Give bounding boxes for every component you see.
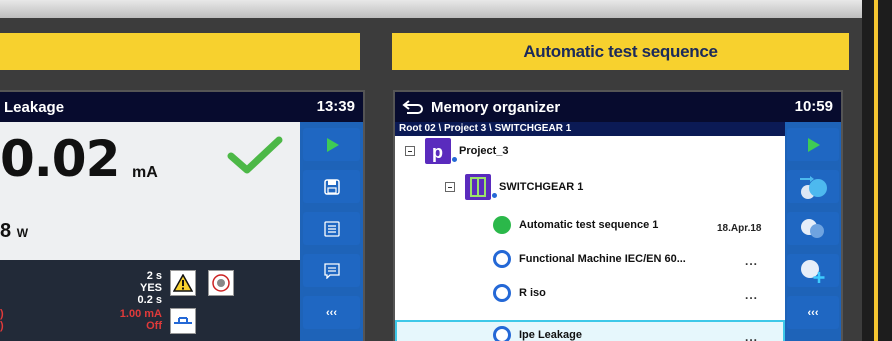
memory-tree: p Project_3 SWITCHGEAR 1 Automatic test … bbox=[395, 136, 785, 341]
run-sequence-button[interactable] bbox=[787, 128, 839, 161]
collapse-button[interactable]: ‹‹‹ bbox=[303, 296, 360, 329]
param-delay: 0.2 s bbox=[137, 294, 162, 306]
edge-accent-line bbox=[874, 0, 878, 341]
empty-status-icon bbox=[493, 326, 511, 341]
tree-item-r-iso[interactable]: R iso bbox=[493, 284, 546, 302]
selected-row-highlight bbox=[395, 320, 785, 341]
collapse-node-icon[interactable] bbox=[445, 182, 455, 192]
right-title: Memory organizer bbox=[431, 98, 561, 116]
right-device-screen: Memory organizer 10:59 Root 02 \ Project… bbox=[393, 90, 843, 341]
left-clock: 13:39 bbox=[316, 98, 355, 115]
limit-current: 1.00 mA bbox=[119, 308, 162, 320]
limit-mark: ) bbox=[0, 308, 4, 320]
parameter-values: 2 s YES 0.2 s bbox=[112, 270, 162, 306]
item-label: Automatic test sequence 1 bbox=[519, 219, 659, 231]
comment-button[interactable] bbox=[303, 254, 360, 287]
main-result-unit: mA bbox=[132, 164, 158, 181]
main-result-value: 0.02 bbox=[0, 130, 120, 188]
limit-mark: ) bbox=[0, 320, 4, 332]
section-header-right: Automatic test sequence bbox=[392, 33, 849, 70]
param-enabled: YES bbox=[139, 282, 162, 294]
right-side-toolbar: ‹‹‹ bbox=[785, 122, 841, 341]
save-icon bbox=[323, 178, 340, 195]
back-arrow-icon[interactable] bbox=[401, 98, 425, 116]
parameters-panel: ) ) 2 s YES 0.2 s 1.00 mA Off bbox=[0, 260, 300, 341]
left-device-screen: Leakage 13:39 0.02 mA 8 W ) ) 2 s YES 0.… bbox=[0, 90, 365, 341]
clone-nodes-icon bbox=[801, 218, 824, 238]
right-titlebar: Memory organizer 10:59 bbox=[395, 92, 841, 122]
list-icon bbox=[323, 220, 340, 237]
comment-icon bbox=[323, 262, 340, 279]
measurement-panel: 0.02 mA 8 W ) ) 2 s YES 0.2 s 1.00 mA Of… bbox=[0, 122, 300, 341]
move-nodes-button[interactable] bbox=[787, 170, 839, 203]
add-node-button[interactable] bbox=[787, 254, 839, 287]
item-more[interactable]: ... bbox=[745, 254, 758, 268]
collapse-button[interactable]: ‹‹‹ bbox=[787, 296, 839, 329]
tree-item-sequence-1[interactable]: Automatic test sequence 1 bbox=[493, 216, 658, 234]
param-duration: 2 s bbox=[146, 270, 162, 282]
tree-item-ipe-leakage[interactable]: Ipe Leakage bbox=[493, 326, 582, 341]
sub-result-unit: W bbox=[16, 226, 29, 240]
warning-icon bbox=[170, 270, 196, 296]
sub-result-value: 8 bbox=[0, 220, 12, 242]
limit-left-marks: ) ) bbox=[0, 308, 4, 332]
sub-result: 8 W bbox=[0, 220, 28, 243]
tree-node-switchgear[interactable]: SWITCHGEAR 1 bbox=[445, 174, 583, 200]
project-label: Project_3 bbox=[459, 145, 509, 157]
section-header-left bbox=[0, 33, 360, 70]
limit-values: 1.00 mA Off bbox=[112, 308, 162, 332]
collapse-icon: ‹‹‹ bbox=[326, 306, 337, 319]
item-label: Ipe Leakage bbox=[519, 329, 582, 341]
add-node-icon bbox=[801, 259, 825, 283]
item-more[interactable]: ... bbox=[745, 330, 758, 341]
limit-state: Off bbox=[146, 320, 162, 332]
switchgear-icon bbox=[465, 174, 497, 200]
right-clock: 10:59 bbox=[794, 98, 833, 115]
left-title: Leakage bbox=[4, 98, 65, 116]
switch-icon bbox=[170, 308, 196, 334]
run-button[interactable] bbox=[303, 128, 360, 161]
play-icon bbox=[808, 137, 820, 152]
probe-icon bbox=[208, 270, 234, 296]
project-icon: p bbox=[425, 138, 457, 164]
top-gradient-band bbox=[0, 0, 892, 18]
switchgear-label: SWITCHGEAR 1 bbox=[499, 181, 584, 193]
item-more[interactable]: ... bbox=[745, 288, 758, 302]
play-icon bbox=[326, 137, 339, 152]
empty-status-icon bbox=[493, 284, 511, 302]
tree-node-project[interactable]: p Project_3 bbox=[405, 138, 509, 164]
clone-nodes-button[interactable] bbox=[787, 212, 839, 245]
pass-check-icon bbox=[227, 136, 283, 174]
collapse-icon: ‹‹‹ bbox=[807, 306, 819, 319]
collapse-node-icon[interactable] bbox=[405, 146, 415, 156]
passed-status-icon bbox=[493, 216, 511, 234]
left-titlebar: Leakage 13:39 bbox=[0, 92, 363, 122]
list-button[interactable] bbox=[303, 212, 360, 245]
breadcrumb: Root 02 \ Project 3 \ SWITCHGEAR 1 bbox=[395, 122, 785, 136]
empty-status-icon bbox=[493, 250, 511, 268]
item-label: Functional Machine IEC/EN 60... bbox=[519, 253, 686, 265]
item-label: R iso bbox=[519, 287, 546, 299]
save-button[interactable] bbox=[303, 170, 360, 203]
left-side-toolbar: ‹‹‹ bbox=[300, 122, 363, 341]
tree-item-functional[interactable]: Functional Machine IEC/EN 60... bbox=[493, 250, 686, 268]
svg-text:p: p bbox=[432, 142, 443, 162]
item-date: 18.Apr.18 bbox=[717, 223, 762, 234]
move-nodes-icon bbox=[800, 175, 827, 199]
right-edge-strip bbox=[862, 0, 892, 341]
